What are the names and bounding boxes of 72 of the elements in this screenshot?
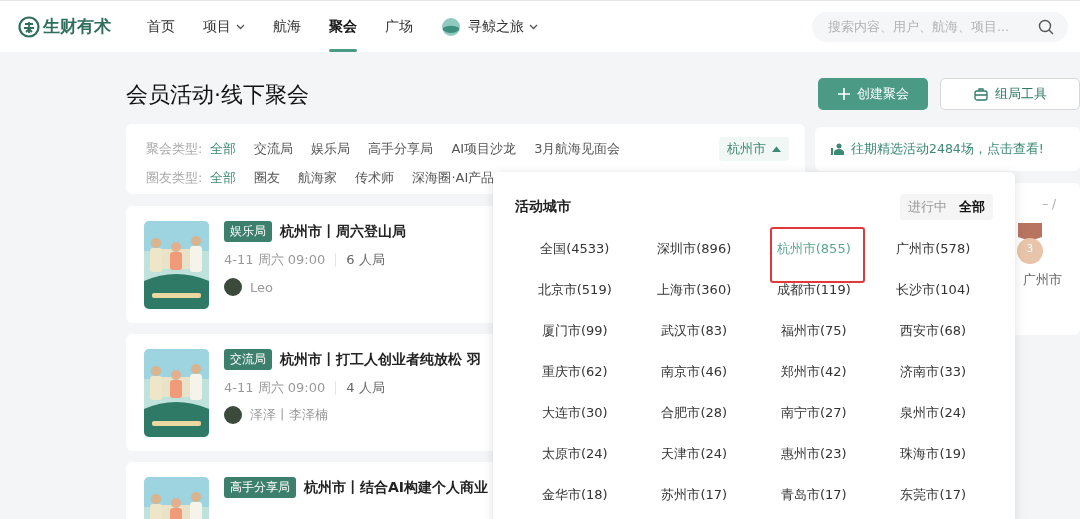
filter-option[interactable]: AI项目沙龙	[451, 139, 517, 158]
filter-option[interactable]: 航海家	[298, 168, 338, 187]
filter-label: 聚会类型:	[146, 139, 203, 158]
nav-tab[interactable]: 项目	[189, 1, 259, 52]
filter-option[interactable]: 全部	[210, 139, 237, 158]
rank-number: 3	[1025, 243, 1035, 254]
city-option[interactable]: 北京市(519)	[537, 280, 612, 299]
city-option[interactable]: 南京市(46)	[661, 362, 728, 381]
city-option[interactable]: 大连市(30)	[541, 403, 608, 422]
event-time: 4-11 周六 09:00	[224, 379, 326, 397]
action-button[interactable]: 组局工具	[940, 78, 1080, 110]
search-icon	[1038, 18, 1054, 35]
city-option[interactable]: 金华市(18)	[541, 485, 608, 504]
event-title: 杭州市丨周六登山局	[280, 222, 406, 241]
logo-icon	[18, 15, 40, 38]
city-option[interactable]: 东莞市(17)	[900, 485, 967, 504]
city-option[interactable]: 深圳市(896)	[657, 239, 732, 258]
city-option[interactable]: 全国(4533)	[540, 239, 610, 258]
nav-tab[interactable]: 聚会	[315, 1, 371, 52]
city-option[interactable]: 济南市(33)	[900, 362, 967, 381]
medal-icon	[1014, 223, 1046, 267]
caret-icon	[529, 23, 538, 30]
nav-tab[interactable]: 寻鲸之旅	[427, 1, 552, 52]
page-title: 会员活动·线下聚会	[126, 81, 310, 109]
city-option[interactable]: 上海市(360)	[657, 280, 732, 299]
plus-icon	[837, 88, 850, 100]
city-option[interactable]: 泉州市(24)	[900, 403, 967, 422]
city-option[interactable]: 长沙市(104)	[896, 280, 971, 299]
nav-tab[interactable]: 航海	[259, 1, 315, 52]
filter-label: 圈友类型:	[146, 168, 203, 187]
filter-option[interactable]: 传术师	[355, 168, 395, 187]
city-option[interactable]: 西安市(68)	[900, 321, 967, 340]
city-option[interactable]: 苏州市(17)	[661, 485, 728, 504]
city-name: 广州市	[1023, 271, 1062, 289]
globe-icon	[441, 16, 461, 37]
group-size: 6 人局	[346, 251, 385, 269]
category-tag: 交流局	[224, 349, 272, 370]
notice-text: 往期精选活动2484场，点击查看!	[851, 140, 1044, 158]
filter-option[interactable]: 娱乐局	[311, 139, 351, 158]
filter-option[interactable]: 深海圈·AI产品	[412, 168, 495, 187]
caret-icon	[772, 145, 781, 152]
nav-tab[interactable]: 广场	[371, 1, 427, 52]
search-field[interactable]: 搜索内容、用户、航海、项目...	[812, 11, 1068, 42]
filter-option[interactable]: 3月航海见面会	[534, 139, 621, 158]
city-option[interactable]: 青岛市(17)	[780, 485, 847, 504]
host-name: 泽泽丨李泽楠	[250, 406, 328, 424]
event-time: 4-11 周六 09:00	[224, 251, 326, 269]
city-option[interactable]: 重庆市(62)	[541, 362, 608, 381]
filter-option[interactable]: 圈友	[254, 168, 281, 187]
caret-icon	[236, 23, 245, 30]
avatar	[224, 406, 242, 424]
filter-option[interactable]: 高手分享局	[368, 139, 434, 158]
city-select-button[interactable]: 杭州市	[719, 136, 789, 161]
ranking-header: – /	[1042, 197, 1056, 211]
notice-banner[interactable]: 往期精选活动2484场，点击查看!	[815, 127, 1080, 171]
host-name: Leo	[250, 279, 273, 295]
group-size: 4 人局	[346, 379, 385, 397]
category-tag: 娱乐局	[224, 221, 272, 242]
event-title: 杭州市丨结合AI构建个人商业	[304, 478, 489, 497]
toolbox-icon	[973, 87, 988, 101]
city-option[interactable]: 广州市(578)	[896, 239, 971, 258]
event-title: 杭州市丨打工人创业者纯放松 羽	[280, 350, 481, 369]
logo-text[interactable]: 生财有术	[43, 15, 111, 38]
people-icon	[831, 143, 845, 155]
filter-option[interactable]: 交流局	[254, 139, 294, 158]
nav-tab[interactable]: 首页	[133, 1, 189, 52]
search-input[interactable]: 搜索内容、用户、航海、项目...	[826, 18, 1038, 35]
avatar	[224, 278, 242, 296]
filter-option[interactable]: 全部	[210, 168, 237, 187]
city-option[interactable]: 珠海市(19)	[900, 444, 967, 463]
city-option[interactable]: 合肥市(28)	[661, 403, 728, 422]
category-tag: 高手分享局	[224, 477, 296, 498]
